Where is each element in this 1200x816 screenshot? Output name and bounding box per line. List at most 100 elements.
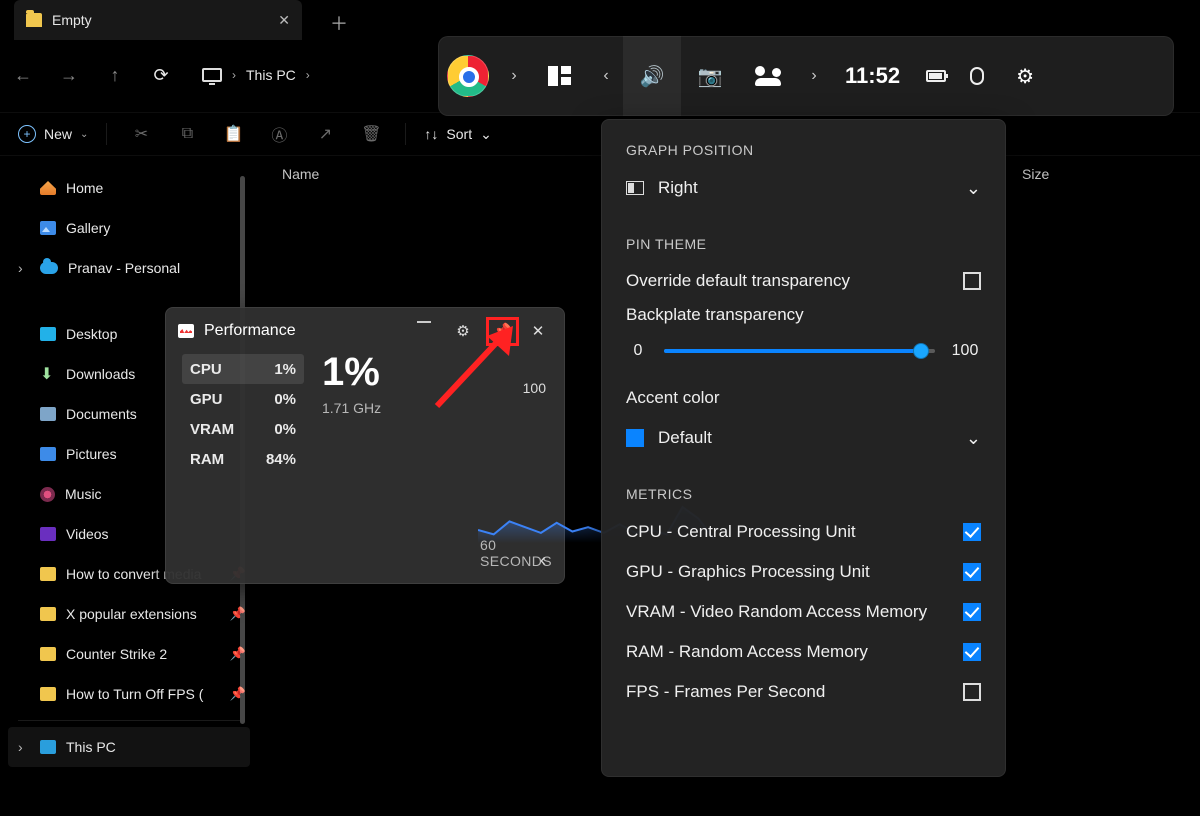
mouse-icon (970, 67, 984, 85)
performance-icon (178, 324, 194, 338)
share-button: ↗ (309, 124, 341, 144)
graph-position-heading: GRAPH POSITION (626, 142, 981, 158)
chevron-down-icon: ⌄ (480, 126, 492, 143)
chevron-down-icon: ⌄ (80, 129, 88, 140)
capture-button[interactable]: 📷 (681, 36, 739, 116)
slider-track[interactable] (664, 349, 935, 353)
settings-button[interactable]: ⚙ (996, 36, 1054, 116)
performance-widget[interactable]: Performance ⚙ 📌 ✕ CPU1% GPU0% VRAM0% RAM… (165, 307, 565, 584)
home-icon (40, 181, 56, 195)
accent-select[interactable]: Default ⌄ (626, 418, 981, 458)
chevron-left-icon[interactable]: ‹ (540, 550, 546, 571)
folder-icon (40, 567, 56, 581)
forward-button: → (46, 65, 92, 86)
sidebar-item-thispc[interactable]: This PC (8, 727, 250, 767)
checkbox[interactable] (963, 523, 981, 541)
chevron-down-icon: ⌄ (966, 428, 981, 449)
plus-icon: + (18, 125, 36, 143)
checkbox[interactable] (963, 603, 981, 621)
tab-empty[interactable]: Empty ✕ (14, 0, 302, 40)
videos-icon (40, 527, 56, 541)
widgets-button[interactable] (531, 36, 589, 116)
close-button[interactable]: ✕ (524, 322, 552, 340)
slider-thumb[interactable] (913, 343, 929, 359)
position-icon (626, 181, 644, 195)
xbox-social-button[interactable] (739, 36, 797, 116)
checkbox[interactable] (963, 272, 981, 290)
pictures-icon (40, 447, 56, 461)
folder-icon (26, 13, 42, 27)
sidebar-item-gallery[interactable]: Gallery (0, 208, 258, 248)
sidebar-item-folder[interactable]: Counter Strike 2📌 (0, 634, 258, 674)
metric-row[interactable]: FPS - Frames Per Second (626, 672, 981, 712)
back-button[interactable]: ← (0, 65, 46, 86)
sort-button[interactable]: ↑↓ Sort ⌄ (424, 126, 491, 143)
gallery-icon (40, 221, 56, 235)
backplate-slider[interactable]: 0 100 (626, 342, 981, 360)
metric-row[interactable]: VRAM - Video Random Access Memory (626, 592, 981, 632)
sidebar-item-folder[interactable]: X popular extensions📌 (0, 594, 258, 634)
override-transparency-row[interactable]: Override default transparency (626, 262, 981, 300)
metric-row[interactable]: GPU - Graphics Processing Unit (626, 552, 981, 592)
pin-button[interactable]: 📌 (486, 322, 514, 340)
graph-position-select[interactable]: Right ⌄ (626, 168, 981, 208)
minimize-button[interactable] (410, 321, 438, 341)
sidebar-item-folder[interactable]: How to Turn Off FPS (📌 (0, 674, 258, 714)
metric-row[interactable]: CPU - Central Processing Unit (626, 512, 981, 552)
perf-big-value: 1% (322, 352, 548, 392)
performance-header[interactable]: Performance ⚙ 📌 ✕ (166, 308, 564, 354)
color-swatch (626, 429, 644, 447)
separator (405, 123, 406, 145)
cloud-icon (40, 262, 58, 274)
new-tab-button[interactable]: ＋ (330, 10, 348, 36)
options-button[interactable]: ⚙ (448, 322, 476, 340)
folder-icon (40, 687, 56, 701)
new-button[interactable]: + New ⌄ (18, 125, 88, 143)
backplate-label: Backplate transparency (626, 300, 981, 330)
music-icon (40, 487, 55, 502)
battery-icon (926, 70, 946, 82)
col-size[interactable]: Size (1022, 166, 1049, 182)
download-icon: ⬇ (40, 367, 56, 381)
active-app-chrome[interactable] (439, 36, 497, 116)
breadcrumb-thispc[interactable]: This PC (246, 67, 296, 83)
perf-row-ram[interactable]: RAM84% (182, 444, 304, 474)
pc-icon (40, 740, 56, 754)
widgets-icon (548, 66, 572, 86)
perf-row-vram[interactable]: VRAM0% (182, 414, 304, 444)
refresh-button[interactable]: ⟳ (138, 65, 184, 86)
game-bar[interactable]: › ‹ 🔊 📷 › 11:52 ⚙ (438, 36, 1174, 116)
chevron-right-icon[interactable]: › (797, 67, 831, 85)
checkbox[interactable] (963, 563, 981, 581)
chevron-right-icon[interactable]: › (497, 67, 531, 85)
perf-row-gpu[interactable]: GPU0% (182, 384, 304, 414)
camera-icon: 📷 (698, 64, 723, 89)
perf-metric-list: CPU1% GPU0% VRAM0% RAM84% (182, 354, 304, 474)
close-icon[interactable]: ✕ (278, 12, 290, 29)
battery-indicator (914, 36, 958, 116)
tab-title: Empty (52, 12, 268, 28)
breadcrumb[interactable]: › This PC › (184, 67, 310, 83)
performance-title: Performance (204, 322, 296, 340)
perf-frequency: 1.71 GHz (322, 400, 548, 416)
chevron-left-icon[interactable]: ‹ (589, 67, 623, 85)
metric-row[interactable]: RAM - Random Access Memory (626, 632, 981, 672)
speaker-icon: 🔊 (640, 64, 665, 89)
desktop-icon (40, 327, 56, 341)
paste-button: 📋 (217, 124, 249, 144)
chevron-right-icon: › (232, 68, 236, 82)
checkbox[interactable] (963, 683, 981, 701)
sidebar-item-onedrive[interactable]: Pranav - Personal (0, 248, 258, 288)
perf-row-cpu[interactable]: CPU1% (182, 354, 304, 384)
minimize-icon (417, 321, 431, 323)
performance-settings-panel: GRAPH POSITION Right ⌄ PIN THEME Overrid… (601, 119, 1006, 777)
sidebar-item-home[interactable]: Home (0, 168, 258, 208)
audio-button[interactable]: 🔊 (623, 36, 681, 116)
rename-button: Ⓐ (263, 122, 295, 146)
up-button[interactable]: ↑ (92, 65, 138, 86)
chevron-down-icon: ⌄ (966, 178, 981, 199)
checkbox[interactable] (963, 643, 981, 661)
gear-icon: ⚙ (1016, 64, 1034, 89)
tab-bar: Empty ✕ ＋ (0, 0, 1200, 40)
perf-y-max: 100 (523, 380, 546, 396)
